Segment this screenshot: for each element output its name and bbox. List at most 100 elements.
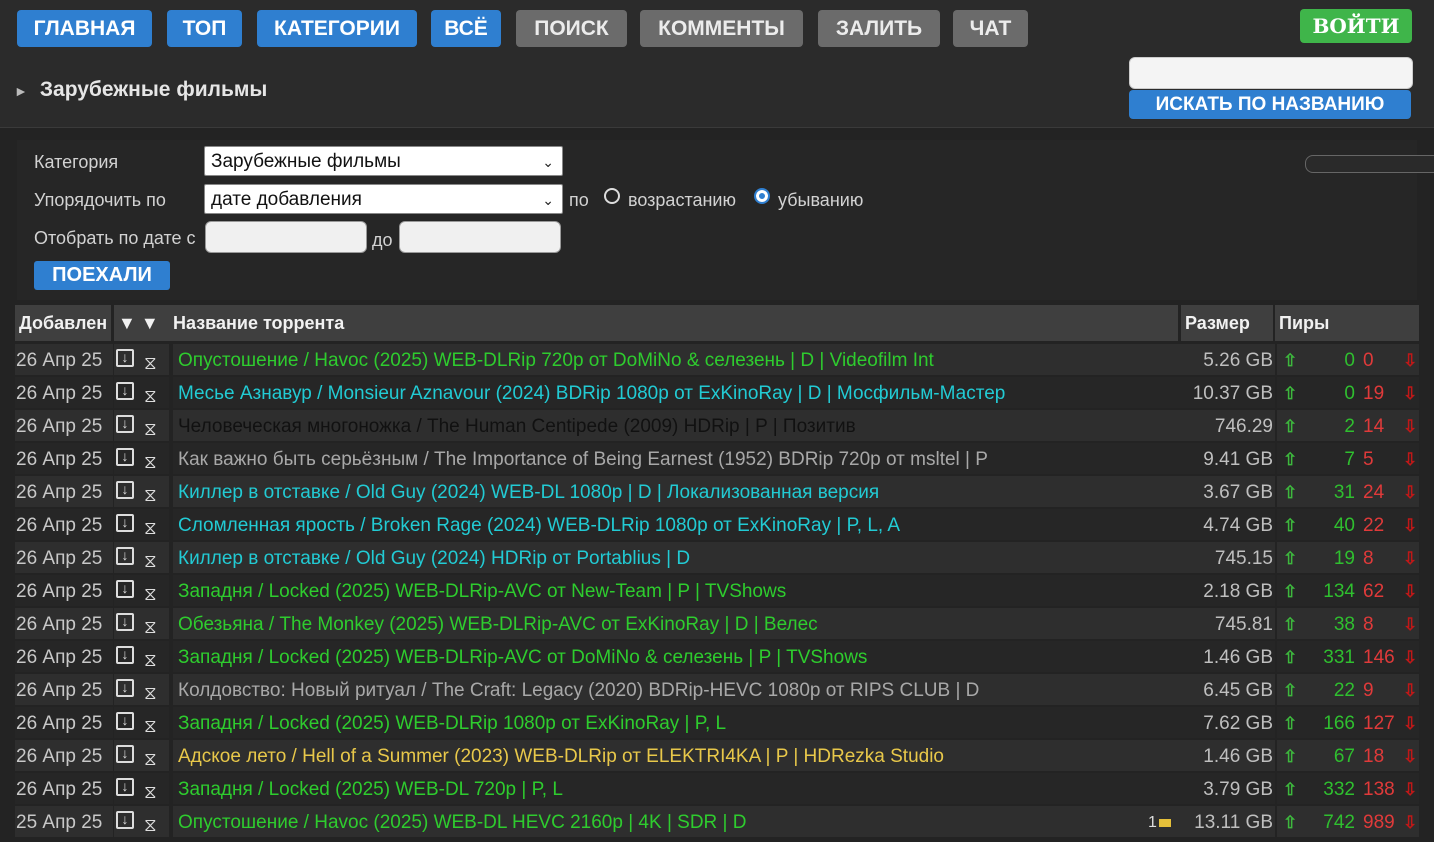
column-peers[interactable]: Пиры: [1275, 305, 1419, 341]
seeders-count: 38: [1333, 614, 1355, 635]
magnet-icon[interactable]: ⧖: [144, 380, 157, 413]
row-peers: ⇧ 40 22 ⇩: [1277, 509, 1419, 540]
download-icon[interactable]: ↓: [116, 646, 134, 664]
torrent-title-link[interactable]: Западня / Locked (2025) WEB-DLRip-AVC от…: [173, 641, 1183, 672]
magnet-icon[interactable]: ⧖: [144, 545, 157, 578]
go-button[interactable]: ПОЕХАЛИ: [34, 261, 170, 290]
torrent-title-link[interactable]: Опустошение / Havoc (2025) WEB-DLRip 720…: [173, 344, 1183, 375]
torrent-title-link[interactable]: Западня / Locked (2025) WEB-DLRip-AVC от…: [173, 575, 1183, 606]
sort-select[interactable]: дате добавления ⌄: [204, 184, 563, 214]
login-button[interactable]: ВОЙТИ: [1300, 9, 1412, 43]
row-peers: ⇧ 166 127 ⇩: [1277, 707, 1419, 738]
download-icon[interactable]: ↓: [116, 448, 134, 466]
arrow-up-icon: ⇧: [1283, 780, 1298, 799]
nav-categories[interactable]: КАТЕГОРИИ: [257, 10, 417, 47]
torrent-list: 26 Апр 25 ↓ ⧖ Опустошение / Havoc (2025) WE…: [15, 344, 1419, 839]
torrent-title-link[interactable]: Колдовство: Новый ритуал / The Craft: Le…: [173, 674, 1183, 705]
download-icon[interactable]: ↓: [116, 778, 134, 796]
arrow-down-icon: ⇩: [1403, 615, 1418, 634]
download-icon[interactable]: ↓: [116, 712, 134, 730]
column-added[interactable]: Добавлен: [15, 305, 111, 341]
date-to-input[interactable]: [399, 221, 561, 253]
torrent-title-link[interactable]: Месье Азнавур / Monsieur Aznavour (2024)…: [173, 377, 1183, 408]
magnet-icon[interactable]: ⧖: [144, 446, 157, 479]
search-input[interactable]: [1129, 57, 1413, 89]
ascending-radio[interactable]: [604, 188, 620, 204]
download-icon[interactable]: ↓: [116, 415, 134, 433]
row-peers: ⇧ 31 24 ⇩: [1277, 476, 1419, 507]
magnet-icon[interactable]: ⧖: [144, 512, 157, 545]
row-size: 7.62 GB: [1182, 707, 1275, 738]
magnet-icon[interactable]: ⧖: [144, 611, 157, 644]
descending-radio[interactable]: [754, 188, 770, 204]
magnet-icon[interactable]: ⧖: [144, 578, 157, 611]
row-date: 26 Апр 25: [15, 740, 113, 771]
download-icon[interactable]: ↓: [116, 580, 134, 598]
row-size: 3.79 GB: [1182, 773, 1275, 804]
torrent-title-link[interactable]: Киллер в отставке / Old Guy (2024) WEB-D…: [173, 476, 1183, 507]
nav-comments[interactable]: КОММЕНТЫ: [640, 10, 803, 47]
category-select-value: Зарубежные фильмы: [211, 151, 401, 172]
row-icons: ↓ ⧖: [114, 344, 169, 375]
magnet-icon[interactable]: ⧖: [144, 776, 157, 809]
magnet-icon[interactable]: ⧖: [144, 347, 157, 380]
magnet-icon[interactable]: ⧖: [144, 677, 157, 710]
magnet-icon[interactable]: ⧖: [144, 479, 157, 512]
nav-search[interactable]: ПОИСК: [516, 10, 627, 47]
torrent-title-link[interactable]: Человеческая многоножка / The Human Cent…: [173, 410, 1183, 441]
search-by-name-button[interactable]: ИСКАТЬ ПО НАЗВАНИЮ: [1129, 90, 1411, 119]
download-icon[interactable]: ↓: [116, 613, 134, 631]
torrent-title-link[interactable]: Сломленная ярость / Broken Rage (2024) W…: [173, 509, 1183, 540]
nav-top[interactable]: ТОП: [167, 10, 242, 47]
horizontal-slider[interactable]: [1305, 155, 1434, 173]
arrow-up-icon: ⇧: [1283, 813, 1298, 832]
sort-arrows[interactable]: ▼ ▼: [114, 305, 169, 341]
download-icon[interactable]: ↓: [116, 514, 134, 532]
magnet-icon[interactable]: ⧖: [144, 710, 157, 743]
arrow-up-icon: ⇧: [1283, 384, 1298, 403]
download-icon[interactable]: ↓: [116, 481, 134, 499]
nav-chat[interactable]: ЧАТ: [953, 10, 1028, 47]
seeders-count: 22: [1333, 680, 1355, 701]
download-icon[interactable]: ↓: [116, 679, 134, 697]
download-icon[interactable]: ↓: [116, 547, 134, 565]
column-name[interactable]: Название торрента: [169, 305, 1178, 341]
nav-home[interactable]: ГЛАВНАЯ: [17, 10, 152, 47]
torrent-title-link[interactable]: Западня / Locked (2025) WEB-DLRip 1080p …: [173, 707, 1183, 738]
magnet-icon[interactable]: ⧖: [144, 743, 157, 776]
torrent-title-link[interactable]: Киллер в отставке / Old Guy (2024) HDRip…: [173, 542, 1183, 573]
download-icon[interactable]: ↓: [116, 349, 134, 367]
download-icon[interactable]: ↓: [116, 811, 134, 829]
nav-all[interactable]: ВСЁ: [431, 10, 501, 47]
arrow-down-icon: ⇩: [1403, 582, 1418, 601]
magnet-icon[interactable]: ⧖: [144, 809, 157, 842]
seeders-count: 67: [1333, 746, 1355, 767]
torrent-title-link[interactable]: Опустошение / Havoc (2025) WEB-DL HEVC 2…: [173, 806, 1183, 837]
arrow-up-icon: ⇧: [1283, 747, 1298, 766]
table-row: 26 Апр 25 ↓ ⧖ Киллер в отставке / Old Guy (…: [15, 542, 1419, 602]
torrent-title-link[interactable]: Адское лето / Hell of a Summer (2023) WE…: [173, 740, 1183, 771]
row-date: 26 Апр 25: [15, 641, 113, 672]
category-select[interactable]: Зарубежные фильмы ⌄: [204, 146, 563, 176]
page-title-text: Зарубежные фильмы: [39, 78, 268, 101]
row-peers: ⇧ 332 138 ⇩: [1277, 773, 1419, 804]
torrent-title-link[interactable]: Как важно быть серьёзным / The Importanc…: [173, 443, 1183, 474]
download-icon[interactable]: ↓: [116, 745, 134, 763]
triangle-icon: ►: [14, 83, 28, 99]
row-size: 4.74 GB: [1182, 509, 1275, 540]
magnet-icon[interactable]: ⧖: [144, 413, 157, 446]
table-row: 25 Апр 25 ↓ ⧖ Опустошение / Havoc (2025) WE…: [15, 806, 1419, 839]
nav-upload[interactable]: ЗАЛИТЬ: [818, 10, 940, 47]
download-icon[interactable]: ↓: [116, 382, 134, 400]
column-size[interactable]: Размер: [1181, 305, 1273, 341]
row-icons: ↓ ⧖: [114, 509, 169, 540]
seeders-count: 40: [1333, 515, 1355, 536]
date-from-input[interactable]: [205, 221, 367, 253]
arrow-up-icon: ⇧: [1283, 417, 1298, 436]
arrow-down-icon: ⇩: [1403, 417, 1418, 436]
row-icons: ↓ ⧖: [114, 641, 169, 672]
magnet-icon[interactable]: ⧖: [144, 644, 157, 677]
seeders-count: 31: [1333, 482, 1355, 503]
torrent-title-link[interactable]: Обезьяна / The Monkey (2025) WEB-DLRip-A…: [173, 608, 1183, 639]
torrent-title-link[interactable]: Западня / Locked (2025) WEB-DL 720p | P,…: [173, 773, 1183, 804]
